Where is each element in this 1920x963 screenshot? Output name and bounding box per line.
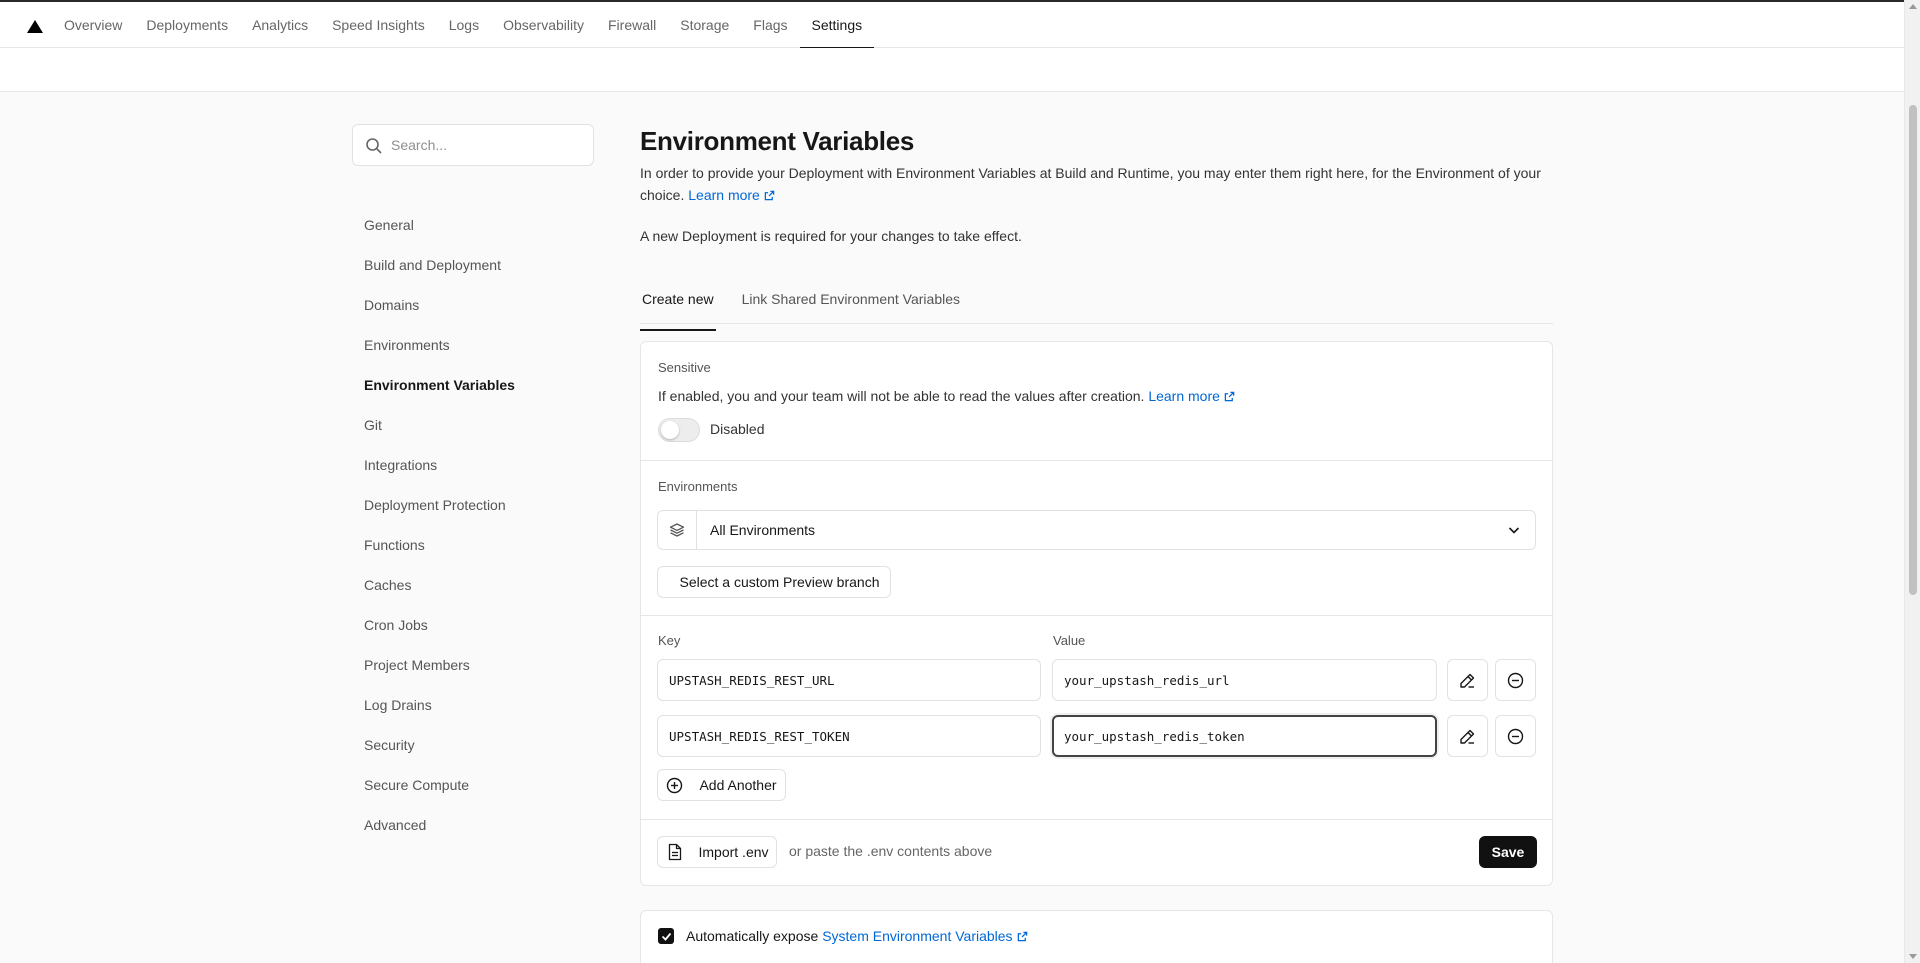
environments-select[interactable]: All Environments — [657, 510, 1536, 550]
sensitive-learn-more-link[interactable]: Learn more — [1148, 388, 1235, 404]
import-hint: or paste the .env contents above — [789, 843, 993, 859]
page-title: Environment Variables — [640, 126, 915, 156]
sensitive-label: Sensitive — [658, 360, 711, 375]
layers-icon — [669, 523, 685, 537]
sensitive-learn-more-label: Learn more — [1148, 388, 1220, 404]
nav-tab-analytics[interactable]: Analytics — [240, 2, 320, 48]
key-input-row-1[interactable] — [657, 659, 1041, 701]
system-env-vars-label: System Environment Variables — [822, 928, 1013, 944]
page-scrollbar[interactable] — [1904, 0, 1920, 963]
description-text: In order to provide your Deployment with… — [640, 165, 1541, 203]
sidebar-item-git[interactable]: Git — [364, 405, 594, 445]
add-another-button[interactable]: Add Another — [657, 769, 786, 801]
redeploy-note: A new Deployment is required for your ch… — [640, 228, 1022, 244]
environments-select-icon-box — [658, 511, 697, 549]
import-env-label: Import .env — [698, 844, 769, 860]
top-navigation-bar: Overview Deployments Analytics Speed Ins… — [0, 0, 1904, 49]
chevron-down-icon — [1508, 527, 1520, 534]
section-divider — [641, 819, 1552, 820]
save-button[interactable]: Save — [1479, 836, 1537, 868]
env-var-tabs: Create new Link Shared Environment Varia… — [640, 282, 1553, 331]
value-column-label: Value — [1053, 633, 1086, 648]
key-column-label: Key — [658, 633, 681, 648]
add-another-label: Add Another — [699, 777, 777, 793]
create-env-var-form: Sensitive If enabled, you and your team … — [640, 341, 1553, 886]
sidebar-item-caches[interactable]: Caches — [364, 565, 594, 605]
sensitive-description-text: If enabled, you and your team will not b… — [658, 388, 1145, 404]
nav-tab-observability[interactable]: Observability — [491, 2, 596, 48]
learn-more-link[interactable]: Learn more — [688, 187, 775, 203]
scroll-up-arrow-icon[interactable] — [1909, 4, 1917, 9]
tab-create-new[interactable]: Create new — [640, 282, 716, 331]
import-env-button[interactable]: Import .env — [657, 836, 777, 868]
external-link-icon — [1017, 931, 1027, 942]
value-input-row-1[interactable] — [1052, 659, 1437, 701]
sidebar-item-log-drains[interactable]: Log Drains — [364, 685, 594, 725]
nav-tab-settings[interactable]: Settings — [799, 2, 875, 49]
settings-search — [352, 124, 594, 166]
sidebar-item-functions[interactable]: Functions — [364, 525, 594, 565]
sidebar-item-deployment-protection[interactable]: Deployment Protection — [364, 485, 594, 525]
nav-tab-logs[interactable]: Logs — [437, 2, 491, 48]
sidebar-item-advanced[interactable]: Advanced — [364, 805, 594, 845]
pencil-icon — [1460, 729, 1475, 744]
nav-tab-deployments[interactable]: Deployments — [134, 2, 240, 48]
search-icon — [366, 138, 382, 154]
minus-circle-icon — [1507, 672, 1524, 688]
external-link-icon — [764, 190, 775, 201]
sensitive-toggle[interactable] — [658, 418, 700, 442]
external-link-icon — [1224, 391, 1235, 402]
environments-label: Environments — [658, 479, 738, 494]
key-input-row-2[interactable] — [657, 715, 1041, 757]
learn-more-label: Learn more — [688, 187, 760, 203]
tab-link-shared-environment-variables[interactable]: Link Shared Environment Variables — [740, 282, 962, 323]
project-nav: Overview Deployments Analytics Speed Ins… — [52, 2, 875, 49]
sidebar-item-project-members[interactable]: Project Members — [364, 645, 594, 685]
plus-circle-icon — [666, 777, 683, 794]
section-divider — [641, 460, 1552, 461]
nav-tab-storage[interactable]: Storage — [668, 2, 741, 48]
page-description: In order to provide your Deployment with… — [640, 162, 1553, 206]
nav-tab-firewall[interactable]: Firewall — [596, 2, 668, 48]
environments-selected-value: All Environments — [710, 522, 816, 538]
search-input[interactable] — [391, 125, 586, 165]
sidebar-item-integrations[interactable]: Integrations — [364, 445, 594, 485]
sensitive-state-label: Disabled — [710, 421, 765, 437]
toggle-knob — [661, 421, 679, 439]
edit-row-2-button[interactable] — [1447, 715, 1488, 757]
select-preview-branch-button[interactable]: Select a custom Preview branch — [657, 566, 891, 598]
nav-tab-overview[interactable]: Overview — [52, 2, 134, 48]
triangle-logo-icon[interactable] — [27, 20, 43, 33]
expose-system-env-card: Automatically expose System Environment … — [640, 910, 1553, 963]
sidebar-item-secure-compute[interactable]: Secure Compute — [364, 765, 594, 805]
sidebar-item-build-and-deployment[interactable]: Build and Deployment — [364, 245, 594, 285]
file-icon — [668, 843, 682, 861]
sensitive-description: If enabled, you and your team will not b… — [658, 388, 1235, 404]
sidebar-item-general[interactable]: General — [364, 205, 594, 245]
expose-system-env-checkbox[interactable] — [658, 928, 674, 944]
check-icon — [661, 932, 671, 941]
sidebar-item-domains[interactable]: Domains — [364, 285, 594, 325]
sub-header-bar — [0, 48, 1904, 92]
expose-label: Automatically expose — [686, 928, 819, 944]
nav-tab-flags[interactable]: Flags — [741, 2, 799, 48]
remove-row-1-button[interactable] — [1495, 659, 1536, 701]
sidebar-item-environment-variables[interactable]: Environment Variables — [364, 365, 594, 405]
expose-system-env-text: Automatically expose System Environment … — [686, 928, 1028, 944]
value-input-row-2[interactable] — [1052, 715, 1437, 757]
remove-row-2-button[interactable] — [1495, 715, 1536, 757]
settings-sidebar: General Build and Deployment Domains Env… — [364, 205, 594, 845]
sidebar-item-security[interactable]: Security — [364, 725, 594, 765]
system-env-vars-link[interactable]: System Environment Variables — [822, 928, 1027, 944]
section-divider — [641, 615, 1552, 616]
sidebar-item-environments[interactable]: Environments — [364, 325, 594, 365]
pencil-icon — [1460, 673, 1475, 688]
nav-tab-speed-insights[interactable]: Speed Insights — [320, 2, 437, 48]
minus-circle-icon — [1507, 728, 1524, 744]
scrollbar-thumb[interactable] — [1909, 105, 1917, 595]
edit-row-1-button[interactable] — [1447, 659, 1488, 701]
scroll-down-arrow-icon[interactable] — [1909, 954, 1917, 959]
sidebar-item-cron-jobs[interactable]: Cron Jobs — [364, 605, 594, 645]
